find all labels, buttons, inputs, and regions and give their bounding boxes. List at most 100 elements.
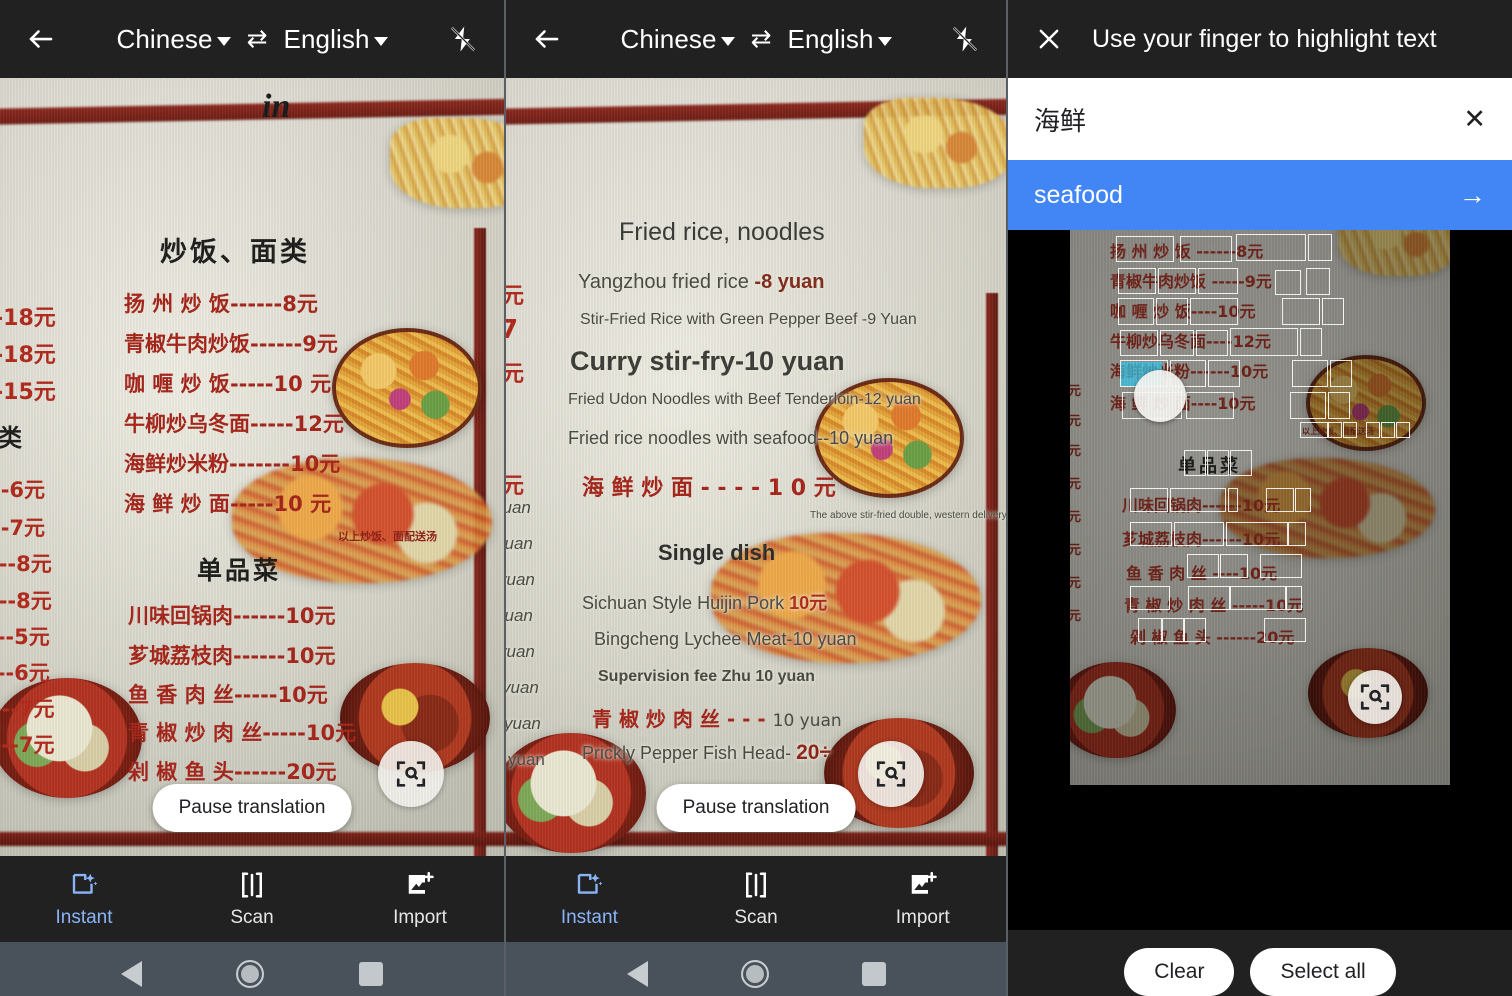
left-price: ----7元 [0, 697, 55, 721]
frozen-photo-viewport[interactable]: 扬 州 炒 饭 ------8元 青椒牛肉炒饭 -----9元 咖 喱 炒 饭-… [1008, 230, 1512, 930]
left-yuan-label: yuan [506, 606, 533, 625]
camera-viewport[interactable]: 元 7 元 元 yuan yuan yuan yuan yuan yuan yu… [506, 78, 1006, 856]
left-section-label: 类 [0, 424, 25, 452]
tab-scan[interactable]: Scan [168, 870, 336, 929]
source-language-button[interactable]: Chinese [116, 24, 231, 55]
source-language-label: Chinese [620, 23, 717, 54]
pause-translation-button[interactable]: Pause translation [152, 784, 352, 832]
left-yuan-label: yuan [506, 678, 539, 697]
menu-item-price: 10元 [290, 452, 341, 476]
left-price: ----7元 [0, 733, 55, 757]
translated-item-row: Stir-Fried Rice with Green Pepper Beef -… [580, 311, 917, 328]
select-all-button[interactable]: Select all [1250, 948, 1396, 996]
scan-magnifier-button[interactable] [1348, 670, 1402, 724]
menu-item-row: 海鲜炒米粉-------10元 [124, 448, 340, 478]
chevron-down-icon [720, 36, 735, 46]
back-icon[interactable] [18, 16, 64, 62]
left-price: 元 [1070, 384, 1082, 399]
translated-item-text: Yangzhou fried rice [578, 271, 749, 293]
tab-scan[interactable]: Scan [673, 870, 840, 929]
left-price: 元 [1070, 576, 1082, 591]
menu-section-title: 炒饭、面类 [160, 237, 310, 268]
target-language-button[interactable]: English [284, 24, 388, 55]
translated-item-price: 10 yuan [772, 711, 842, 731]
tab-instant-label: Instant [55, 906, 113, 928]
translated-section-note: The above stir-fried double, western del… [810, 510, 1006, 521]
panel-highlight-text: Use your finger to highlight text 海鲜 ✕ s… [1008, 0, 1512, 996]
translated-item-row: Fried Udon Noodles with Beef Tenderloin-… [568, 391, 921, 408]
menu-item-price: 10元 [285, 644, 336, 668]
menu-item-row: 牛柳炒乌冬面-----12元 [124, 408, 344, 438]
menu-item-dash: ------ [250, 332, 303, 356]
swap-horizontal-icon[interactable]: ⇄ [245, 26, 270, 52]
menu-item-row: 咖 喱 炒 饭-----10 元 [124, 368, 331, 398]
clear-button[interactable]: Clear [1124, 948, 1235, 996]
tab-instant[interactable]: Instant [0, 870, 168, 929]
panel-translated-overlay: Chinese ⇄ English an an uan an uan uan y… [504, 0, 1008, 996]
tab-import-label: Import [895, 906, 950, 928]
left-price: 元 [1070, 543, 1082, 558]
back-icon[interactable] [524, 16, 570, 62]
left-yuan-label: yuan [506, 570, 535, 589]
translated-item-row: Prickly Pepper Fish Head- 20÷ [582, 741, 831, 765]
target-language-label: English [283, 23, 370, 54]
language-selector-group: Chinese ⇄ English [570, 24, 942, 55]
menu-item-dash: ----- [229, 492, 274, 516]
menu-item-row: 青椒牛肉炒饭------9元 [124, 328, 338, 358]
menu-item-name: 咖 喱 炒 饭 [124, 372, 230, 396]
translation-result-row[interactable]: seafood → [1008, 160, 1512, 230]
translate-topbar: Chinese ⇄ English [506, 0, 1006, 78]
menu-item-row: 川味回锅肉------10元 [128, 600, 336, 630]
scan-magnifier-button[interactable] [858, 741, 924, 807]
arrow-right-icon[interactable]: → [1459, 181, 1486, 209]
flash-off-icon[interactable] [942, 16, 988, 62]
menu-item-name: 川味回锅肉 [128, 604, 233, 628]
chevron-down-icon [373, 36, 388, 46]
tab-import[interactable]: Import [839, 870, 1006, 929]
menu-item-row: 青 椒 炒 肉 丝 -----10元 [1124, 596, 1304, 615]
swap-horizontal-icon[interactable]: ⇄ [749, 26, 774, 52]
translated-item-text: Sichuan Style Huijin Pork [582, 593, 785, 613]
fried-rice-photo [390, 118, 504, 208]
language-selector-group: Chinese ⇄ English [64, 24, 440, 55]
highlight-action-bar: Clear Select all [1008, 930, 1512, 996]
scan-magnifier-button[interactable] [378, 741, 444, 807]
selected-text-value: 海鲜 [1034, 106, 1087, 137]
nav-recents-icon[interactable] [861, 962, 886, 986]
menu-item-name: 扬 州 炒 饭 [124, 292, 230, 316]
translation-result-value: seafood [1034, 180, 1123, 209]
translated-section-title: Fried rice, noodles [619, 218, 825, 246]
menu-item-row: 芗城荔枝肉------10元 [1122, 530, 1281, 549]
finger-loupe-indicator[interactable] [1134, 370, 1186, 422]
menu-item-row: 芗城荔枝肉------10元 [128, 640, 336, 670]
target-language-button[interactable]: English [788, 24, 892, 55]
pause-translation-button[interactable]: Pause translation [656, 784, 856, 832]
nav-back-icon[interactable] [626, 961, 648, 987]
close-icon[interactable] [1026, 16, 1072, 62]
flash-off-icon[interactable] [440, 16, 486, 62]
nav-recents-icon[interactable] [358, 962, 383, 986]
tab-import[interactable]: Import [336, 870, 504, 929]
menu-item-row: 牛柳炒乌冬面----12元 [1110, 332, 1271, 351]
clear-selection-icon[interactable]: ✕ [1463, 105, 1486, 133]
camera-viewport[interactable]: in -18元 -18元 -15元 类 --6元 --7元 ---8元 ---8… [0, 78, 504, 856]
source-language-button[interactable]: Chinese [620, 23, 735, 55]
tab-instant[interactable]: Instant [506, 870, 673, 929]
left-price: 元 [1070, 510, 1082, 525]
menu-item-price: 9元 [302, 332, 338, 356]
nav-home-icon[interactable] [740, 960, 769, 988]
highlight-titlebar: Use your finger to highlight text [1008, 0, 1512, 78]
translated-item-row: Sichuan Style Huijin Pork 10元 [582, 589, 827, 615]
nav-back-icon[interactable] [121, 961, 143, 987]
menu-item-row: 扬 州 炒 饭 ------8元 [1110, 242, 1264, 261]
left-price: ---8元 [0, 552, 52, 576]
translated-item-price: 20÷ [796, 741, 831, 764]
panel-instant-translate: Chinese ⇄ English in -18元 -18元 -15元 类 -6… [0, 0, 504, 996]
menu-item-price: 10 元 [273, 492, 332, 516]
left-price: 元 [506, 278, 524, 310]
left-price: -18元 [0, 343, 56, 368]
menu-item-row: 海 鲜 炒 面-----10 元 [124, 488, 331, 518]
left-price: --6元 [0, 478, 46, 502]
nav-home-icon[interactable] [236, 960, 265, 988]
left-price: 元 [1070, 477, 1082, 492]
